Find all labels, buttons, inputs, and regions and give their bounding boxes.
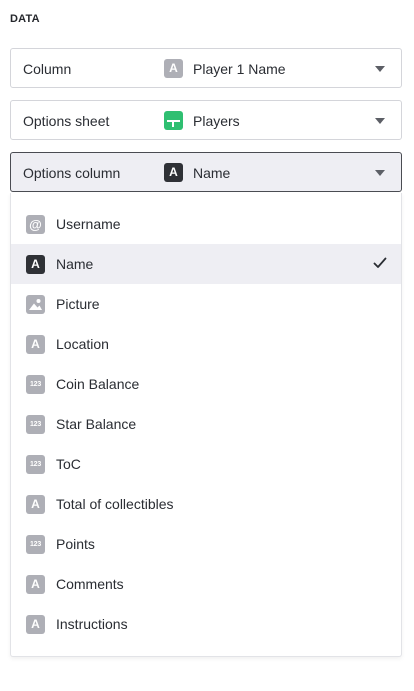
text-type-icon: A xyxy=(164,163,183,182)
text-type-icon: A xyxy=(26,335,45,354)
sheet-icon xyxy=(164,111,183,130)
option-label: Coin Balance xyxy=(56,376,140,392)
text-type-icon: A xyxy=(26,575,45,594)
option-coin-balance[interactable]: 123 Coin Balance xyxy=(11,364,401,404)
options-sheet-label: Options sheet xyxy=(23,113,110,129)
option-label: Points xyxy=(56,536,95,552)
text-type-icon: A xyxy=(164,59,183,78)
option-location[interactable]: A Location xyxy=(11,324,401,364)
caret-down-icon xyxy=(375,170,385,176)
option-instructions[interactable]: A Instructions xyxy=(11,604,401,644)
option-label: Total of collectibles xyxy=(56,496,174,512)
caret-down-icon xyxy=(375,118,385,124)
option-label: Comments xyxy=(56,576,124,592)
text-type-icon: A xyxy=(26,255,45,274)
column-select[interactable]: Column A Player 1 Name xyxy=(10,48,402,88)
caret-down-icon xyxy=(375,66,385,72)
column-label: Column xyxy=(23,61,72,77)
option-label: Username xyxy=(56,216,121,232)
email-type-icon: @ xyxy=(26,215,45,234)
option-points[interactable]: 123 Points xyxy=(11,524,401,564)
number-type-icon: 123 xyxy=(26,415,45,434)
option-total-of-collectibles[interactable]: A Total of collectibles xyxy=(11,484,401,524)
option-star-balance[interactable]: 123 Star Balance xyxy=(11,404,401,444)
option-label: Star Balance xyxy=(56,416,137,432)
option-label: Name xyxy=(56,256,94,272)
text-type-icon: A xyxy=(26,615,45,634)
option-name[interactable]: A Name xyxy=(11,244,401,284)
options-column-dropdown: @ Username A Name Picture A Location 123… xyxy=(10,193,402,657)
option-label: Instructions xyxy=(56,616,128,632)
section-title: DATA xyxy=(10,13,40,25)
option-comments[interactable]: A Comments xyxy=(11,564,401,604)
options-column-select[interactable]: Options column A Name xyxy=(10,152,402,192)
options-column-value: Name xyxy=(193,165,231,181)
text-type-icon: A xyxy=(26,495,45,514)
options-sheet-select[interactable]: Options sheet Players xyxy=(10,100,402,140)
column-value: Player 1 Name xyxy=(193,61,286,77)
number-type-icon: 123 xyxy=(26,375,45,394)
options-sheet-value: Players xyxy=(193,113,240,129)
number-type-icon: 123 xyxy=(26,535,45,554)
checkmark-icon xyxy=(373,257,387,268)
number-type-icon: 123 xyxy=(26,455,45,474)
option-label: ToC xyxy=(56,456,81,472)
option-picture[interactable]: Picture xyxy=(11,284,401,324)
image-type-icon xyxy=(26,295,45,314)
option-username[interactable]: @ Username xyxy=(11,204,401,244)
options-column-label: Options column xyxy=(23,165,121,181)
option-label: Location xyxy=(56,336,109,352)
option-label: Picture xyxy=(56,296,100,312)
option-toc[interactable]: 123 ToC xyxy=(11,444,401,484)
